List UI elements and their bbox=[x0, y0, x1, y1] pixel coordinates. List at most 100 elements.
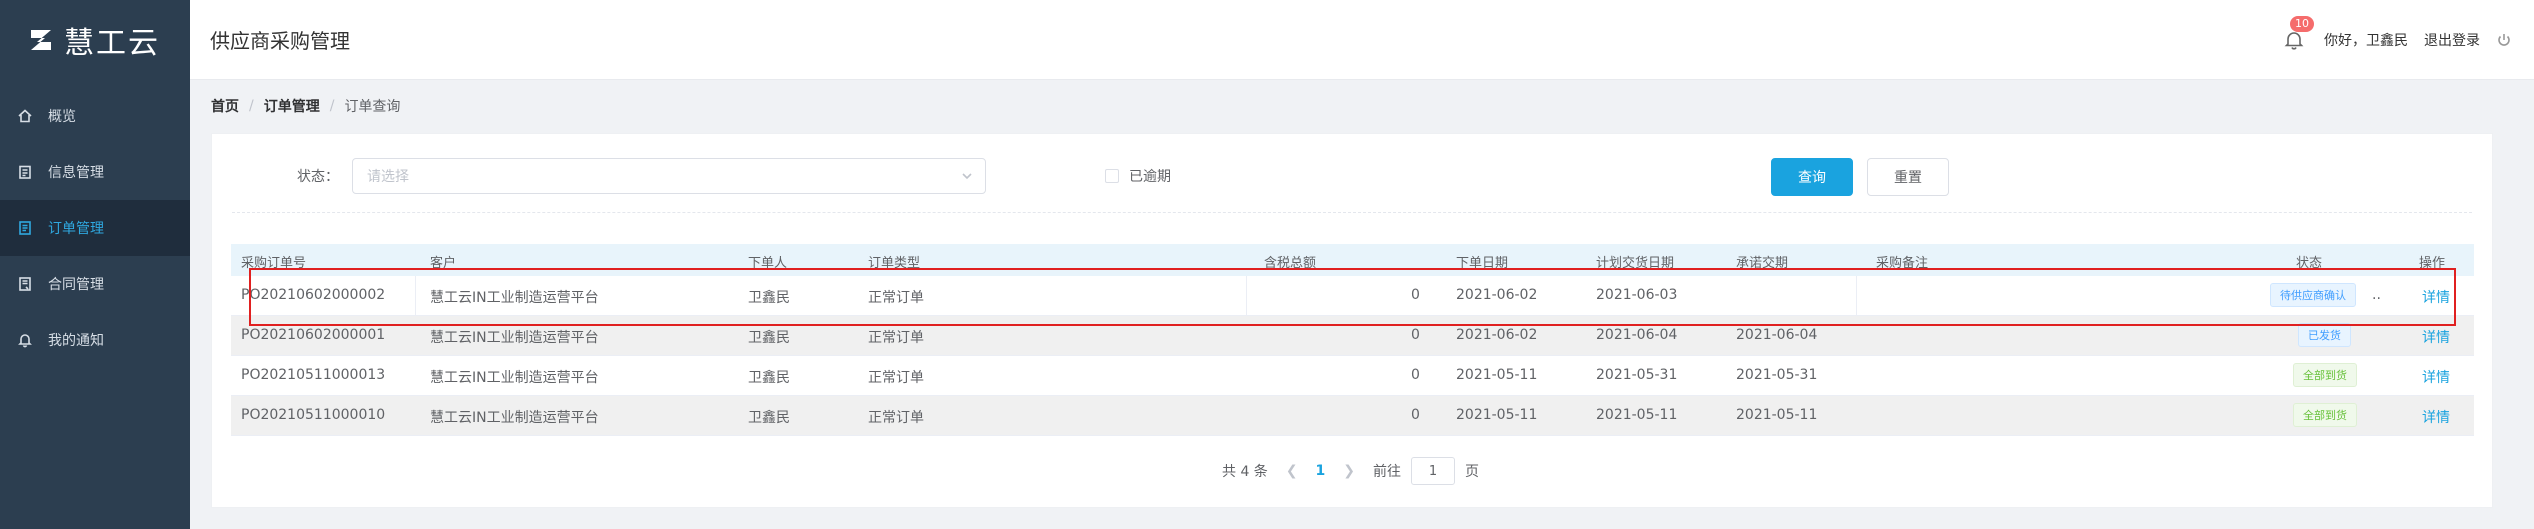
status-badge: 全部到货 bbox=[2293, 363, 2357, 387]
page-title: 供应商采购管理 bbox=[210, 29, 350, 53]
col-po: 采购订单号 bbox=[241, 256, 307, 271]
goto-label: 前往 bbox=[1373, 464, 1402, 480]
col-status: 状态 bbox=[2296, 256, 2323, 271]
cell-po: PO20210602000002 bbox=[241, 287, 386, 303]
reset-button[interactable]: 重置 bbox=[1867, 158, 1949, 196]
detail-link[interactable]: 详情 bbox=[2422, 367, 2450, 387]
cell-orderer: 卫鑫民 bbox=[748, 410, 790, 426]
table-row: PO20210511000010 慧工云IN工业制造运营平台 卫鑫民 正常订单 … bbox=[231, 396, 2474, 436]
table-row: PO20210511000013 慧工云IN工业制造运营平台 卫鑫民 正常订单 … bbox=[231, 356, 2474, 396]
cell-customer: 慧工云IN工业制造运营平台 bbox=[430, 330, 599, 346]
header-actions: 10 你好，卫鑫民 退出登录 bbox=[2280, 15, 2512, 54]
table-header: 采购订单号 客户 下单人 订单类型 含税总额 下单日期 计划交货日期 承诺交期 … bbox=[231, 244, 2474, 276]
bell-icon bbox=[2284, 31, 2304, 50]
cell-total: 0 bbox=[1411, 327, 1420, 343]
goto-page-input[interactable] bbox=[1411, 457, 1456, 485]
breadcrumb-section[interactable]: 订单管理 bbox=[264, 96, 320, 116]
notification-badge: 10 bbox=[2290, 15, 2314, 32]
column-divider bbox=[1856, 276, 1857, 315]
cell-type: 正常订单 bbox=[868, 410, 924, 426]
status-select[interactable]: 请选择 bbox=[352, 158, 986, 194]
cell-ellipsis: .. bbox=[2372, 287, 2381, 303]
pagination-total: 共 4 条 bbox=[1222, 464, 1268, 480]
logout-link[interactable]: 退出登录 bbox=[2424, 30, 2480, 50]
next-page-icon[interactable]: ❯ bbox=[1343, 463, 1355, 479]
query-button[interactable]: 查询 bbox=[1771, 158, 1853, 196]
col-remark: 采购备注 bbox=[1876, 256, 1929, 271]
overdue-label: 已逾期 bbox=[1129, 169, 1171, 185]
column-divider bbox=[415, 276, 416, 315]
notification-bell[interactable]: 10 bbox=[2280, 15, 2314, 54]
breadcrumb-home[interactable]: 首页 bbox=[211, 96, 239, 116]
cell-type: 正常订单 bbox=[868, 330, 924, 346]
power-icon[interactable] bbox=[2496, 32, 2512, 48]
cell-total: 0 bbox=[1411, 287, 1420, 303]
col-total: 含税总额 bbox=[1264, 256, 1317, 271]
cell-planned-date: 2021-06-04 bbox=[1596, 327, 1678, 343]
top-header: 供应商采购管理 10 你好，卫鑫民 退出登录 bbox=[190, 0, 2534, 80]
col-orderer: 下单人 bbox=[748, 256, 788, 271]
cell-planned-date: 2021-06-03 bbox=[1596, 287, 1678, 303]
col-planned-date: 计划交货日期 bbox=[1596, 256, 1675, 271]
cell-planned-date: 2021-05-31 bbox=[1596, 367, 1678, 383]
sidebar-item-label: 订单管理 bbox=[48, 221, 104, 237]
cell-order-date: 2021-06-02 bbox=[1456, 327, 1538, 343]
goto-page: 前往 页 bbox=[1373, 457, 1479, 485]
contract-icon bbox=[16, 275, 34, 293]
cell-orderer: 卫鑫民 bbox=[748, 370, 790, 386]
cell-total: 0 bbox=[1411, 367, 1420, 383]
breadcrumb: 首页 / 订单管理 / 订单查询 bbox=[211, 96, 400, 116]
status-badge: 已发货 bbox=[2298, 323, 2351, 347]
cell-order-date: 2021-05-11 bbox=[1456, 367, 1538, 383]
sidebar-item-overview[interactable]: 概览 bbox=[0, 88, 190, 144]
column-divider bbox=[1246, 276, 1247, 315]
breadcrumb-separator: / bbox=[249, 98, 254, 114]
sidebar-item-notifications[interactable]: 我的通知 bbox=[0, 312, 190, 368]
page-suffix: 页 bbox=[1465, 464, 1480, 480]
sidebar-item-orders[interactable]: 订单管理 bbox=[0, 200, 190, 256]
status-select-placeholder: 请选择 bbox=[367, 169, 409, 185]
col-action: 操作 bbox=[2419, 256, 2446, 271]
cell-customer: 慧工云IN工业制造运营平台 bbox=[430, 290, 599, 306]
pagination: 共 4 条 ❮ 1 ❯ 前往 页 bbox=[1222, 457, 1479, 485]
col-order-date: 下单日期 bbox=[1456, 256, 1509, 271]
filter-divider bbox=[232, 212, 2472, 213]
sidebar-item-contracts[interactable]: 合同管理 bbox=[0, 256, 190, 312]
table-row: PO20210602000001 慧工云IN工业制造运营平台 卫鑫民 正常订单 … bbox=[231, 316, 2474, 356]
detail-link[interactable]: 详情 bbox=[2422, 327, 2450, 347]
sidebar-item-info[interactable]: 信息管理 bbox=[0, 144, 190, 200]
sidebar-item-label: 概览 bbox=[48, 109, 76, 125]
cell-order-date: 2021-06-02 bbox=[1456, 287, 1538, 303]
col-promised-date: 承诺交期 bbox=[1736, 256, 1789, 271]
cell-order-date: 2021-05-11 bbox=[1456, 407, 1538, 423]
order-table: 采购订单号 客户 下单人 订单类型 含税总额 下单日期 计划交货日期 承诺交期 … bbox=[231, 244, 2474, 436]
home-icon bbox=[16, 107, 34, 125]
sidebar: 慧工云 概览 信息管理 订单管理 合同管理 我的通知 bbox=[0, 0, 190, 529]
cell-promised-date: 2021-05-11 bbox=[1736, 407, 1818, 423]
detail-link[interactable]: 详情 bbox=[2422, 287, 2450, 307]
col-customer: 客户 bbox=[430, 256, 457, 271]
overdue-checkbox[interactable] bbox=[1105, 169, 1119, 183]
detail-link[interactable]: 详情 bbox=[2422, 407, 2450, 427]
col-type: 订单类型 bbox=[868, 256, 921, 271]
cell-promised-date: 2021-06-04 bbox=[1736, 327, 1818, 343]
order-icon bbox=[16, 219, 34, 237]
status-label: 状态： bbox=[297, 169, 339, 185]
prev-page-icon[interactable]: ❮ bbox=[1286, 463, 1298, 479]
cell-po: PO20210602000001 bbox=[241, 327, 386, 343]
cell-customer: 慧工云IN工业制造运营平台 bbox=[430, 410, 599, 426]
sidebar-item-label: 合同管理 bbox=[48, 277, 104, 293]
sidebar-item-label: 信息管理 bbox=[48, 165, 104, 181]
cell-po: PO20210511000013 bbox=[241, 367, 386, 383]
page-number[interactable]: 1 bbox=[1316, 463, 1326, 479]
cell-po: PO20210511000010 bbox=[241, 407, 386, 423]
breadcrumb-separator: / bbox=[329, 98, 335, 114]
cell-planned-date: 2021-05-11 bbox=[1596, 407, 1678, 423]
cell-total: 0 bbox=[1411, 407, 1420, 423]
clipboard-icon bbox=[16, 163, 34, 181]
sidebar-item-label: 我的通知 bbox=[48, 333, 104, 349]
overdue-filter[interactable]: 已逾期 bbox=[1105, 166, 1171, 186]
status-badge: 全部到货 bbox=[2293, 403, 2357, 427]
bell-icon bbox=[16, 331, 34, 349]
chevron-down-icon bbox=[961, 170, 973, 182]
